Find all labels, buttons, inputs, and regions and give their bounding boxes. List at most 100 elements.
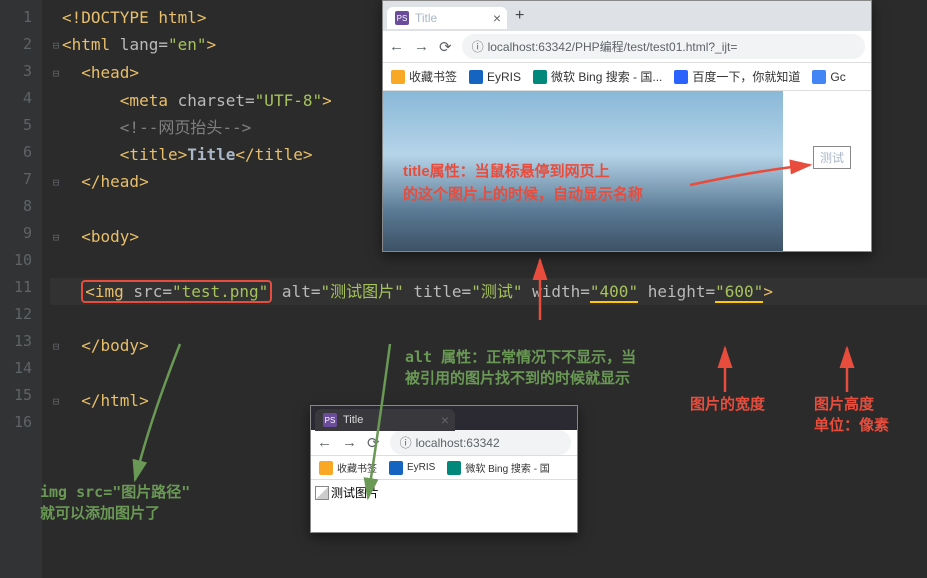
code-text: src= [124, 282, 172, 301]
title-attr-annotation: title属性：当鼠标悬停到网页上 的这个图片上的时候，自动显示名称 [403, 161, 643, 206]
code-comment: <!--网页抬头--> [120, 118, 251, 137]
browser-preview-normal: PS Title × + ← → ⟳ ⓘ localhost:63342/PHP… [382, 0, 872, 252]
browser-content: title属性：当鼠标悬停到网页上 的这个图片上的时候，自动显示名称 测试 [383, 91, 871, 251]
annotation-text: 的这个图片上的时候，自动显示名称 [403, 184, 643, 207]
code-text: <body> [81, 227, 139, 246]
code-text: "600" [715, 282, 763, 303]
line-number: 10 [4, 247, 32, 274]
bookmark-label: EyRIS [487, 70, 521, 84]
test-image: title属性：当鼠标悬停到网页上 的这个图片上的时候，自动显示名称 [383, 91, 783, 251]
line-number: 8 [4, 193, 32, 220]
bookmark-item[interactable]: EyRIS [389, 461, 435, 475]
url-bar[interactable]: ⓘ localhost:63342 [390, 430, 571, 455]
bookmark-item[interactable]: EyRIS [469, 70, 521, 84]
code-text: lang= [110, 35, 168, 54]
annotation-text: 就可以添加图片了 [40, 503, 190, 524]
bookmark-label: 收藏书签 [337, 460, 377, 475]
code-text: "test.png" [172, 282, 268, 301]
site-icon [533, 70, 547, 84]
code-text: charset= [168, 91, 255, 110]
forward-icon[interactable]: → [342, 434, 357, 451]
bookmark-item[interactable]: 百度一下，你就知道 [674, 68, 800, 85]
phpstorm-icon: PS [323, 413, 337, 427]
reload-icon[interactable]: ⟳ [367, 434, 380, 452]
bookmark-label: 收藏书签 [409, 68, 457, 85]
url-bar[interactable]: ⓘ localhost:63342/PHP编程/test/test01.html… [462, 34, 865, 59]
annotation-text: 图片高度 [814, 394, 889, 415]
reload-icon[interactable]: ⟳ [439, 38, 452, 56]
tab-title: Title [343, 414, 363, 426]
code-text: "测试" [471, 282, 522, 301]
line-number: 7 [4, 166, 32, 193]
bookmark-label: Gc [830, 70, 845, 84]
line-number: 2 [4, 31, 32, 58]
code-text: <img [85, 282, 124, 301]
close-icon[interactable]: × [441, 412, 449, 428]
bookmark-label: 微软 Bing 搜索 - 国 [465, 460, 549, 475]
info-icon: ⓘ [400, 434, 412, 451]
browser-tabbar: PS Title × [311, 406, 577, 430]
broken-image-icon [315, 486, 329, 500]
alt-text: 测试图片 [331, 484, 379, 501]
code-text: > [322, 91, 332, 110]
code-text: "测试图片" [320, 282, 403, 301]
line-number: 11 [4, 274, 32, 301]
line-number: 4 [4, 85, 32, 112]
annotation-text: title属性：当鼠标悬停到网页上 [403, 161, 643, 184]
browser-tab[interactable]: PS Title × [387, 7, 507, 29]
line-number: 15 [4, 382, 32, 409]
phpstorm-icon: PS [395, 11, 409, 25]
close-icon[interactable]: × [493, 10, 501, 26]
code-text: > [763, 282, 773, 301]
code-text: </title> [235, 145, 312, 164]
code-text: <title> [120, 145, 187, 164]
annotation-text: alt 属性：正常情况下不显示，当 [405, 347, 636, 368]
url-text: localhost:63342 [416, 436, 500, 450]
url-text: localhost:63342/PHP编程/test/test01.html?_… [488, 38, 738, 55]
code-text: </head> [81, 172, 148, 191]
bookmark-item[interactable]: 微软 Bing 搜索 - 国... [533, 68, 662, 85]
site-icon [469, 70, 483, 84]
folder-icon [391, 70, 405, 84]
annotation-text: 单位：像素 [814, 415, 889, 436]
browser-tab[interactable]: PS Title × [315, 409, 455, 431]
bookmark-item[interactable]: 收藏书签 [391, 68, 457, 85]
code-text: title= [404, 282, 471, 301]
new-tab-button[interactable]: + [507, 7, 532, 25]
line-gutter: 1 2 3 4 5 6 7 8 9 10 11 12 13 14 15 16 [0, 0, 42, 578]
line-number: 14 [4, 355, 32, 382]
line-number: 9 [4, 220, 32, 247]
tab-title: Title [415, 11, 437, 25]
bookmark-item[interactable]: 收藏书签 [319, 460, 377, 475]
highlighted-img-src: <img src="test.png" [81, 280, 272, 303]
code-text: <meta [120, 91, 168, 110]
line-number: 12 [4, 301, 32, 328]
code-text: </html> [81, 391, 148, 410]
bookmark-label: 百度一下，你就知道 [692, 68, 800, 85]
line-number: 13 [4, 328, 32, 355]
code-text: width= [522, 282, 589, 301]
image-tooltip: 测试 [813, 146, 851, 169]
site-icon [447, 461, 461, 475]
annotation-text: img src="图片路径" [40, 482, 190, 503]
height-annotation: 图片高度 单位：像素 [814, 394, 889, 436]
site-icon [389, 461, 403, 475]
code-text: > [207, 35, 217, 54]
folder-icon [319, 461, 333, 475]
info-icon: ⓘ [472, 38, 484, 55]
browser-content: 测试图片 [311, 480, 577, 532]
line-number: 5 [4, 112, 32, 139]
bookmark-label: 微软 Bing 搜索 - 国... [551, 68, 662, 85]
bookmark-item[interactable]: Gc [812, 70, 845, 84]
annotation-text: 被引用的图片找不到的时候就显示 [405, 368, 636, 389]
code-text: "400" [590, 282, 638, 303]
bookmark-item[interactable]: 微软 Bing 搜索 - 国 [447, 460, 549, 475]
forward-icon[interactable]: → [414, 38, 429, 55]
back-icon[interactable]: ← [389, 38, 404, 55]
alt-attr-annotation: alt 属性：正常情况下不显示，当 被引用的图片找不到的时候就显示 [405, 347, 636, 389]
imgsrc-annotation: img src="图片路径" 就可以添加图片了 [40, 482, 190, 524]
back-icon[interactable]: ← [317, 434, 332, 451]
code-text: <head> [81, 63, 139, 82]
broken-image: 测试图片 [315, 484, 379, 501]
bookmarks-bar: 收藏书签 EyRIS 微软 Bing 搜索 - 国 [311, 456, 577, 480]
